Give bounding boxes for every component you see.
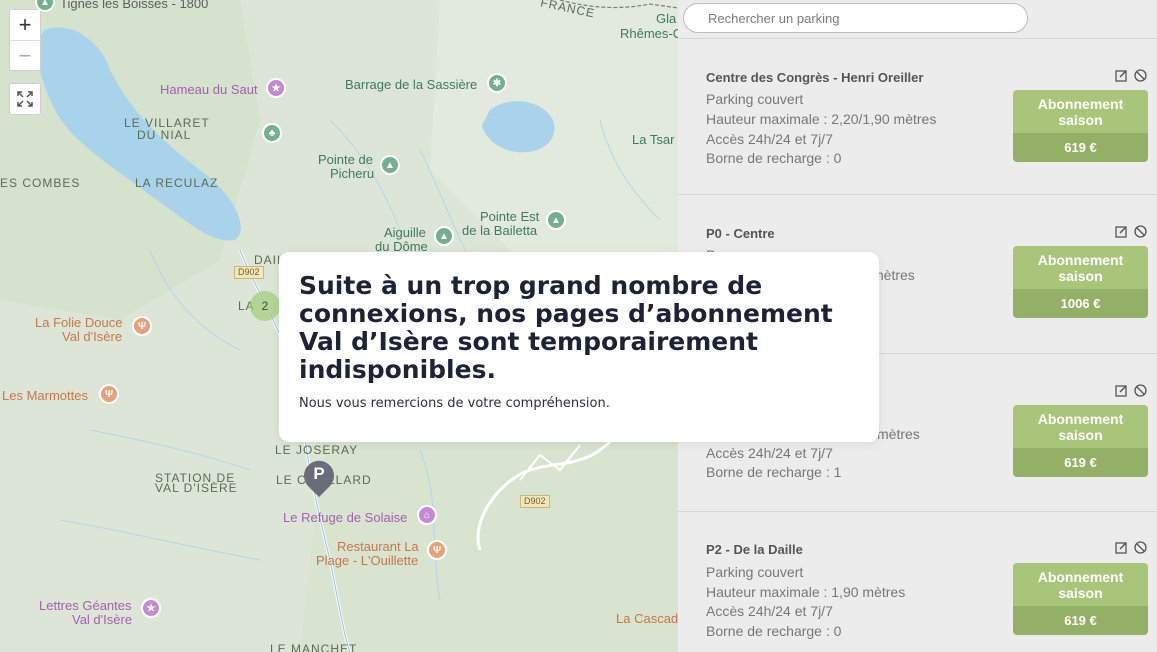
- card-actions: [1114, 68, 1148, 83]
- poi-marmottes[interactable]: Les Marmottes: [2, 389, 88, 403]
- parking-marker[interactable]: P: [302, 460, 336, 498]
- poi-pointe-picheru[interactable]: Picheru: [330, 167, 374, 181]
- no-entry-icon[interactable]: [1133, 224, 1148, 239]
- subscription-label: Abonnement saison: [1013, 246, 1148, 289]
- poi-pointe-est[interactable]: Pointe Est: [480, 210, 539, 224]
- poi-aiguille[interactable]: Aiguille: [384, 226, 426, 240]
- no-entry-icon[interactable]: [1133, 68, 1148, 83]
- edit-icon[interactable]: [1114, 68, 1129, 83]
- poi-lettres[interactable]: Val d'Isère: [72, 613, 132, 627]
- parking-marker-label: P: [313, 464, 325, 483]
- parking-name: P2 - De la Daille: [706, 542, 803, 557]
- parking-type: Parking couvert: [706, 564, 804, 580]
- poi-lettres[interactable]: Lettres Géantes: [39, 599, 132, 613]
- parking-height: Hauteur maximale : 1,90 mètres: [706, 584, 906, 600]
- poi-hameau[interactable]: Hameau du Saut: [160, 83, 258, 97]
- poi-rhemes[interactable]: Rhêmes-C: [620, 27, 678, 41]
- parking-name: Centre des Congrès - Henri Oreiller: [706, 70, 924, 85]
- poi-pointe-est[interactable]: de la Bailetta: [462, 224, 537, 238]
- search-input[interactable]: [683, 3, 1028, 33]
- subscription-label: Abonnement saison: [1013, 563, 1148, 606]
- edit-icon[interactable]: [1114, 224, 1129, 239]
- subscription-price: 619 €: [1013, 448, 1148, 477]
- cluster-count: 2: [261, 299, 269, 313]
- restaurant-icon[interactable]: Ψ: [427, 540, 447, 560]
- subscription-price: 619 €: [1013, 606, 1148, 635]
- subscription-price: 619 €: [1013, 133, 1148, 162]
- fullscreen-icon: [17, 91, 33, 107]
- place-label: LE JOSERAY: [275, 443, 359, 457]
- modal-title: Suite à un trop grand nombre de connexio…: [299, 271, 833, 384]
- parking-height: mètres: [877, 426, 920, 442]
- poi-barrage[interactable]: Barrage de la Sassière: [345, 78, 477, 92]
- parking-type: Parking couvert: [706, 91, 804, 107]
- poi-restaurant-plage[interactable]: Plage - L'Ouillette: [316, 554, 418, 568]
- poi-tignes[interactable]: Tignes les Boisses - 1800: [60, 0, 208, 11]
- mountain-icon[interactable]: ▲: [434, 226, 454, 246]
- parking-card: Centre des Congrès - Henri Oreiller Park…: [678, 39, 1157, 195]
- edit-icon[interactable]: [1114, 383, 1129, 398]
- parking-charging: Borne de recharge : 0: [706, 150, 842, 166]
- poi-refuge[interactable]: Le Refuge de Solaise: [283, 511, 407, 525]
- parking-name: P0 - Centre: [706, 226, 775, 241]
- place-label: DU NIAL: [137, 128, 192, 142]
- parking-height: Hauteur maximale : 2,20/1,90 mètres: [706, 111, 937, 127]
- road-badge: D902: [234, 266, 264, 279]
- poi-restaurant-plage[interactable]: Restaurant La: [337, 540, 419, 554]
- place-label: LA RECULAZ: [135, 176, 219, 190]
- subscription-button[interactable]: Abonnement saison 619 €: [1013, 90, 1148, 162]
- parking-access: Accès 24h/24 et 7j/7: [706, 445, 833, 461]
- poi-pointe-picheru[interactable]: Pointe de: [318, 153, 373, 167]
- parking-card: P2 - De la Daille Parking couvert Hauteu…: [678, 512, 1157, 652]
- parking-charging: Borne de recharge : 0: [706, 623, 842, 639]
- attraction-icon[interactable]: ★: [266, 78, 286, 98]
- road-badge: D902: [520, 495, 550, 508]
- place-label: VAL D'ISÈRE: [155, 481, 238, 495]
- no-entry-icon[interactable]: [1133, 540, 1148, 555]
- edit-icon[interactable]: [1114, 540, 1129, 555]
- poi-folie-douce[interactable]: La Folie Douce: [35, 316, 122, 330]
- tree-icon[interactable]: ♣: [262, 123, 282, 143]
- search-bar: [678, 0, 1157, 39]
- subscription-price: 1006 €: [1013, 289, 1148, 318]
- card-actions: [1114, 224, 1148, 239]
- card-actions: [1114, 540, 1148, 555]
- poi-folie-douce[interactable]: Val d'Isère: [62, 330, 122, 344]
- subscription-button[interactable]: Abonnement saison 1006 €: [1013, 246, 1148, 318]
- modal-text: Nous vous remercions de votre compréhens…: [299, 396, 610, 411]
- lodging-icon[interactable]: ⌂: [417, 505, 437, 525]
- place-label: LE MANCHET: [270, 642, 358, 652]
- poi-cascade[interactable]: La Cascad: [616, 612, 678, 626]
- fullscreen-button[interactable]: [9, 83, 41, 115]
- restaurant-icon[interactable]: Ψ: [132, 316, 152, 336]
- subscription-button[interactable]: Abonnement saison 619 €: [1013, 405, 1148, 477]
- zoom-in-button[interactable]: +: [10, 10, 40, 40]
- zoom-control: + −: [9, 9, 41, 71]
- dam-icon[interactable]: ✱: [487, 73, 507, 93]
- no-entry-icon[interactable]: [1133, 383, 1148, 398]
- parking-charging: Borne de recharge : 1: [706, 464, 842, 480]
- unavailable-modal: Suite à un trop grand nombre de connexio…: [279, 252, 879, 442]
- card-actions: [1114, 383, 1148, 398]
- map-cluster[interactable]: 2: [250, 291, 280, 321]
- parking-access: Accès 24h/24 et 7j/7: [706, 131, 833, 147]
- subscription-label: Abonnement saison: [1013, 405, 1148, 448]
- mountain-icon[interactable]: ▲: [546, 210, 566, 230]
- place-label: ES COMBES: [0, 176, 81, 190]
- zoom-out-button[interactable]: −: [10, 40, 40, 70]
- parking-access: Accès 24h/24 et 7j/7: [706, 603, 833, 619]
- poi-gla[interactable]: Gla: [656, 12, 676, 26]
- restaurant-icon[interactable]: Ψ: [99, 384, 119, 404]
- subscription-button[interactable]: Abonnement saison 619 €: [1013, 563, 1148, 635]
- subscription-label: Abonnement saison: [1013, 90, 1148, 133]
- attraction-icon[interactable]: ★: [141, 598, 161, 618]
- mountain-icon[interactable]: ▲: [380, 155, 400, 175]
- poi-la-tsar[interactable]: La Tsar: [632, 133, 674, 147]
